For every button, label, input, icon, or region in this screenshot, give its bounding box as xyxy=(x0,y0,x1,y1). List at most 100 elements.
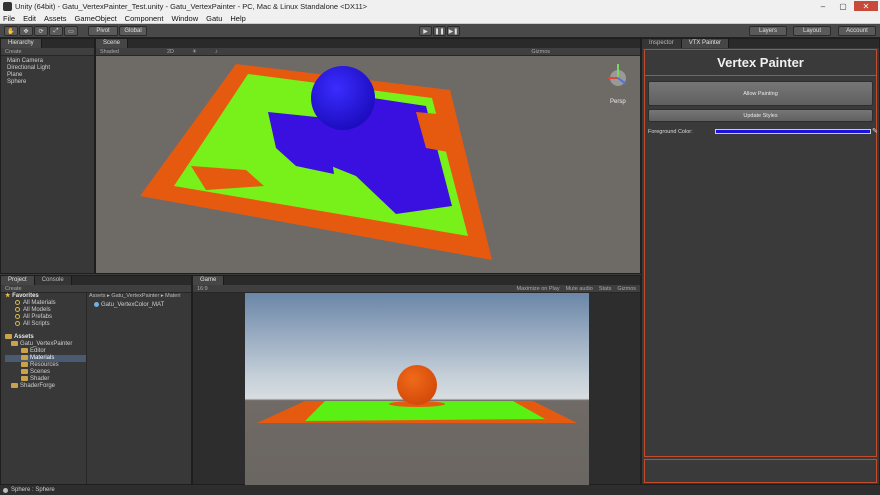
foreground-color-field[interactable] xyxy=(715,129,871,134)
vertex-painter-title: Vertex Painter xyxy=(645,50,876,76)
eyedropper-icon[interactable]: ✎ xyxy=(872,127,878,135)
project-create-button[interactable]: Create xyxy=(5,286,22,292)
tab-game[interactable]: Game xyxy=(193,276,225,285)
menu-file[interactable]: File xyxy=(3,14,15,23)
hierarchy-panel: Hierarchy Create Main Camera Directional… xyxy=(0,38,95,274)
folder-materials[interactable]: Materials xyxy=(30,355,54,361)
mute-audio-toggle[interactable]: Mute audio xyxy=(566,286,593,292)
info-icon xyxy=(3,487,8,493)
hierarchy-item-sphere[interactable]: Sphere xyxy=(7,79,50,86)
favorite-all-materials[interactable]: All Materials xyxy=(23,300,56,306)
favorite-all-prefabs[interactable]: All Prefabs xyxy=(23,314,52,320)
tab-console[interactable]: Console xyxy=(34,276,72,285)
folder-icon xyxy=(21,355,28,360)
layout-dropdown[interactable]: Layout xyxy=(793,26,831,36)
scene-panel: Scene Shaded 2D ☀ ♪ Gizmos Persp xyxy=(95,38,641,274)
pivot-toggle[interactable]: Pivot xyxy=(88,26,118,36)
update-styles-button[interactable]: Update Styles xyxy=(648,109,873,122)
folder-gatu-vertexpainter[interactable]: Gatu_VertexPainter xyxy=(20,341,72,347)
hierarchy-create-button[interactable]: Create xyxy=(5,49,22,55)
folder-icon xyxy=(21,348,28,353)
asset-gatu-vertexcolor-mat[interactable]: Gatu_VertexColor_MAT xyxy=(101,302,164,308)
step-button[interactable]: ▶❚ xyxy=(447,26,460,36)
light-toggle-icon[interactable]: ☀ xyxy=(192,49,197,55)
game-viewport xyxy=(245,293,589,485)
audio-toggle-icon[interactable]: ♪ xyxy=(215,49,218,55)
move-tool-icon[interactable]: ✥ xyxy=(19,26,33,36)
menu-component[interactable]: Component xyxy=(125,14,164,23)
hierarchy-item-plane[interactable]: Plane xyxy=(7,72,50,79)
pause-button[interactable]: ❚❚ xyxy=(433,26,446,36)
global-toggle[interactable]: Global xyxy=(119,26,147,36)
material-icon xyxy=(94,302,99,307)
hand-tool-icon[interactable]: ✋ xyxy=(4,26,18,36)
folder-shader[interactable]: Shader xyxy=(30,376,49,382)
menu-gameobject[interactable]: GameObject xyxy=(75,14,117,23)
search-icon xyxy=(15,300,20,305)
tab-hierarchy[interactable]: Hierarchy xyxy=(1,39,42,48)
unity-logo-icon xyxy=(3,2,12,11)
minimize-button[interactable]: – xyxy=(814,1,832,11)
folder-editor[interactable]: Editor xyxy=(30,348,46,354)
aspect-dropdown[interactable]: 16:9 xyxy=(197,286,208,292)
project-panel: Project Console Create ★ Favorites All M… xyxy=(0,275,192,485)
vtx-painter-panel: Inspector VTX Painter Vertex Painter All… xyxy=(641,38,880,485)
close-button[interactable]: ✕ xyxy=(854,1,878,11)
rotate-tool-icon[interactable]: ⟳ xyxy=(34,26,48,36)
tab-inspector[interactable]: Inspector xyxy=(642,39,682,48)
rect-tool-icon[interactable]: ▭ xyxy=(64,26,78,36)
status-text: Sphere : Sphere xyxy=(11,487,55,493)
game-panel: Game 16:9 Maximize on Play Mute audio St… xyxy=(192,275,641,485)
window-title: Unity (64bit) - Gatu_VertexPainter_Test.… xyxy=(15,2,368,11)
stats-toggle[interactable]: Stats xyxy=(599,286,612,292)
favorite-all-models[interactable]: All Models xyxy=(23,307,51,313)
folder-scenes[interactable]: Scenes xyxy=(30,369,50,375)
search-icon xyxy=(15,307,20,312)
foreground-color-label: Foreground Color: xyxy=(648,129,693,135)
search-icon xyxy=(15,314,20,319)
maximize-on-play-toggle[interactable]: Maximize on Play xyxy=(516,286,559,292)
assets-header[interactable]: Assets xyxy=(14,334,34,340)
scene-viewport[interactable]: Persp xyxy=(96,56,640,274)
scale-tool-icon[interactable]: ⤢ xyxy=(49,26,63,36)
game-gizmos-dropdown[interactable]: Gizmos xyxy=(617,286,636,292)
folder-icon xyxy=(11,383,18,388)
maximize-button[interactable]: ▢ xyxy=(834,1,852,11)
scene-gizmos-dropdown[interactable]: Gizmos xyxy=(531,49,550,55)
menu-assets[interactable]: Assets xyxy=(44,14,67,23)
tab-vtx-painter[interactable]: VTX Painter xyxy=(681,39,730,48)
2d-toggle[interactable]: 2D xyxy=(167,49,174,55)
account-dropdown[interactable]: Account xyxy=(838,26,876,36)
play-button[interactable]: ▶ xyxy=(419,26,432,36)
menu-window[interactable]: Window xyxy=(171,14,198,23)
hierarchy-item-main-camera[interactable]: Main Camera xyxy=(7,58,50,65)
menu-gatu[interactable]: Gatu xyxy=(206,14,222,23)
menu-help[interactable]: Help xyxy=(230,14,245,23)
tab-scene[interactable]: Scene xyxy=(96,39,129,48)
shading-mode-dropdown[interactable]: Shaded xyxy=(100,49,119,55)
game-sphere xyxy=(397,365,437,405)
folder-icon xyxy=(21,362,28,367)
main-toolbar: ✋ ✥ ⟳ ⤢ ▭ Pivot Global ▶ ❚❚ ▶❚ Layers La… xyxy=(0,24,880,38)
folder-shaderforge[interactable]: ShaderForge xyxy=(20,383,55,389)
vtx-painter-footer xyxy=(644,459,877,483)
allow-painting-button[interactable]: Allow Painting xyxy=(648,81,873,106)
folder-icon xyxy=(21,369,28,374)
layers-dropdown[interactable]: Layers xyxy=(749,26,787,36)
hierarchy-item-directional-light[interactable]: Directional Light xyxy=(7,65,50,72)
persp-label[interactable]: Persp xyxy=(610,99,626,105)
sphere-object[interactable] xyxy=(311,66,375,130)
folder-icon xyxy=(21,376,28,381)
folder-resources[interactable]: Resources xyxy=(30,362,59,368)
tab-project[interactable]: Project xyxy=(1,276,35,285)
menu-edit[interactable]: Edit xyxy=(23,14,36,23)
scene-orientation-gizmo[interactable] xyxy=(608,64,627,86)
folder-icon xyxy=(5,334,12,339)
search-icon xyxy=(15,321,20,326)
favorites-header[interactable]: Favorites xyxy=(12,293,39,299)
folder-icon xyxy=(11,341,18,346)
favorite-all-scripts[interactable]: All Scripts xyxy=(23,321,50,327)
favorites-star-icon: ★ xyxy=(5,293,11,299)
project-breadcrumb[interactable]: Assets ▸ Gatu_VertexPainter ▸ Materi xyxy=(89,293,191,301)
status-bar: Sphere : Sphere xyxy=(0,485,880,495)
